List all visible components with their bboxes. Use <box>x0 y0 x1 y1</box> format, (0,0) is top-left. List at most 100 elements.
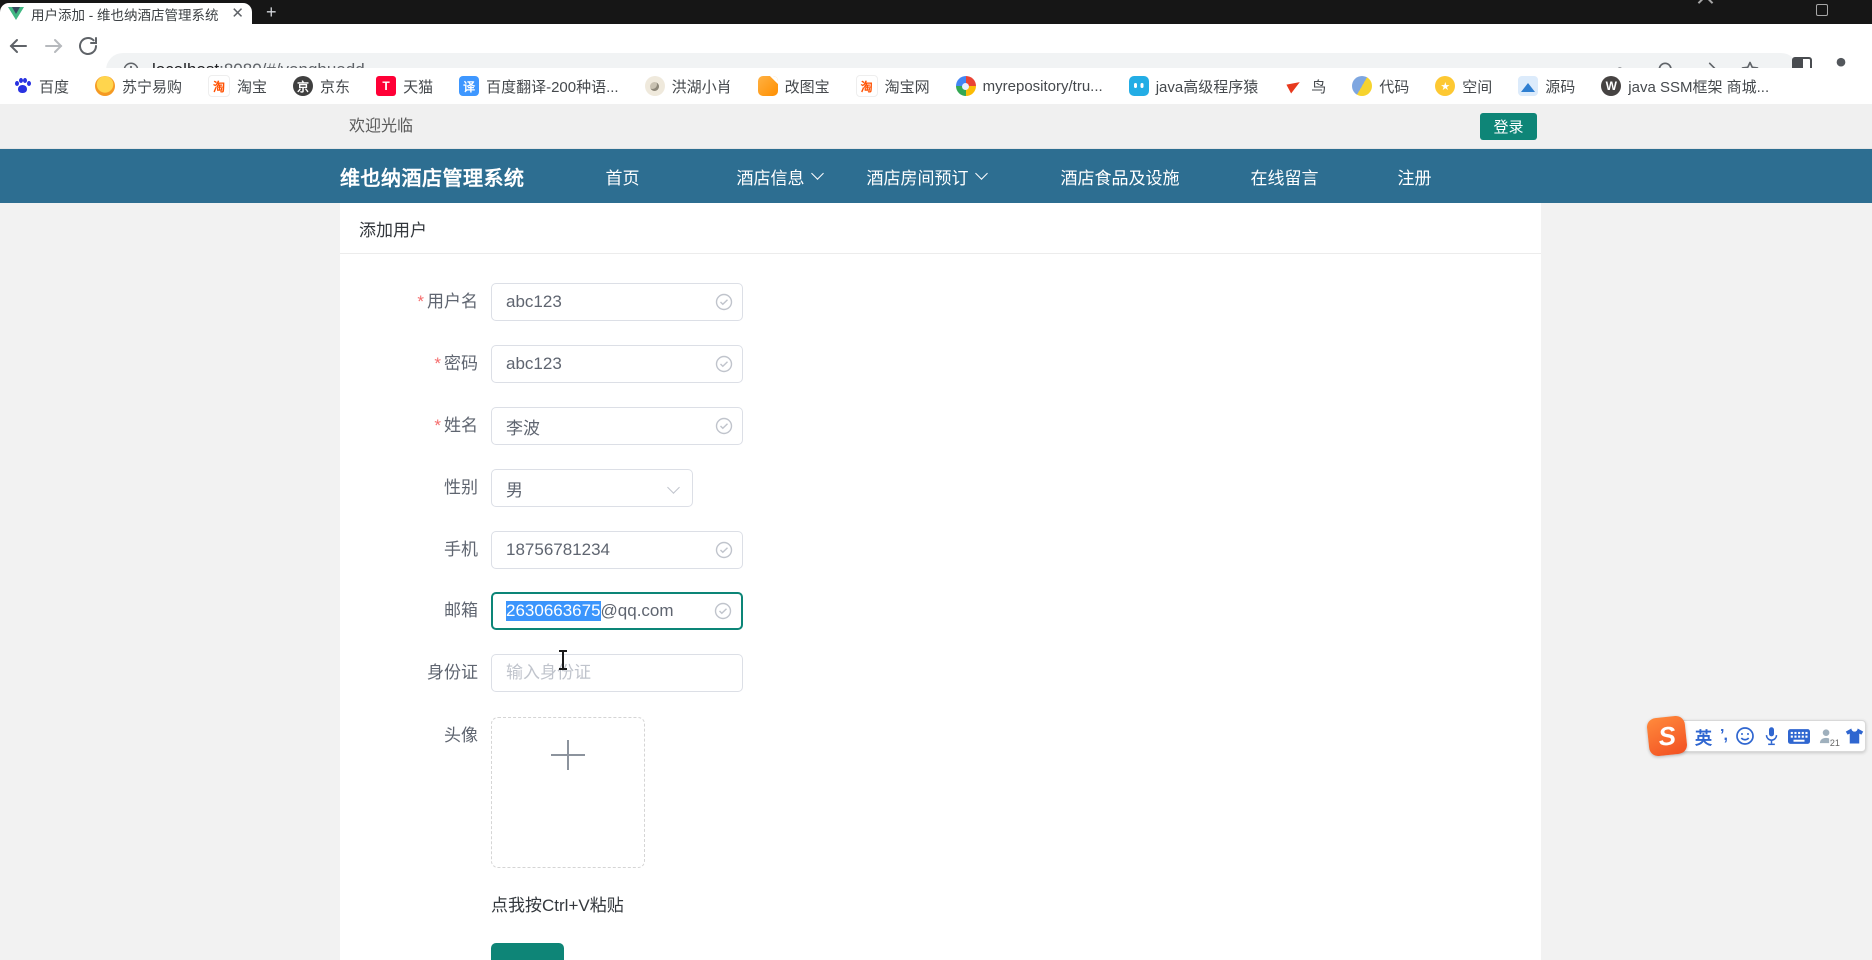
idcard-input[interactable] <box>506 663 708 683</box>
phone-input[interactable] <box>506 540 708 560</box>
phone-field-box <box>491 531 743 569</box>
bookmark-item[interactable]: 源码 <box>1518 76 1575 97</box>
nav-item[interactable]: 在线留言 <box>1251 164 1319 189</box>
bookmark-item[interactable]: T 天猫 <box>376 76 433 97</box>
vue-favicon-icon <box>8 7 24 20</box>
bookmark-favicon-icon <box>95 76 116 96</box>
bookmark-item[interactable]: myrepository/tru... <box>955 76 1103 96</box>
emoji-icon[interactable] <box>1735 726 1755 746</box>
bookmark-item[interactable]: 淘 淘宝 <box>208 75 267 97</box>
new-tab-button[interactable]: + <box>266 0 277 24</box>
name-row: * 姓名 <box>340 407 1541 445</box>
nav-item[interactable]: 首页 <box>606 164 640 189</box>
avatar-upload-box[interactable] <box>491 717 645 868</box>
bookmark-favicon-icon <box>1284 76 1304 96</box>
bookmark-item[interactable]: java高级程序猿 <box>1128 76 1258 97</box>
plus-icon <box>551 740 585 770</box>
username-input[interactable] <box>506 292 708 312</box>
keyboard-icon[interactable] <box>1787 728 1810 744</box>
phone-row: 手机 <box>340 531 1541 569</box>
submit-button[interactable] <box>491 943 564 960</box>
bookmark-favicon-icon <box>1352 76 1373 96</box>
gender-select[interactable]: 男 <box>491 469 693 507</box>
check-circle-icon <box>715 355 733 373</box>
bookmark-item[interactable]: 鸟 <box>1284 76 1326 97</box>
password-row: * 密码 <box>340 345 1541 383</box>
bookmark-favicon-icon <box>757 76 778 96</box>
name-field-box <box>491 407 743 445</box>
microphone-icon[interactable] <box>1763 726 1780 746</box>
username-row: * 用户名 <box>340 283 1541 321</box>
required-mark: * <box>417 292 424 311</box>
ime-punctuation-icon[interactable]: ’, <box>1720 727 1728 745</box>
browser-tab[interactable]: 用户添加 - 维也纳酒店管理系统 ✕ <box>0 3 252 24</box>
bookmark-item[interactable]: W java SSM框架 商城... <box>1601 76 1769 97</box>
idcard-field-box <box>491 654 743 692</box>
welcome-bar: 欢迎光临 登录 <box>0 104 1872 149</box>
tab-strip: 用户添加 - 维也纳酒店管理系统 ✕ + <box>0 0 1872 24</box>
username-field-box <box>491 283 743 321</box>
bookmark-item[interactable]: 百度 <box>12 76 69 97</box>
nav-item[interactable]: 酒店信息 <box>737 164 824 189</box>
password-input[interactable] <box>506 354 708 374</box>
gender-label: 性别 <box>444 478 478 497</box>
check-circle-icon <box>715 293 733 311</box>
bookmark-item[interactable]: 洪湖小肖 <box>644 76 732 97</box>
email-field-box[interactable]: 2630663675 @qq.com <box>491 592 743 630</box>
bookmark-favicon-icon <box>644 76 665 96</box>
bookmark-favicon-icon: 淘 <box>208 75 231 97</box>
bookmark-item[interactable]: 译 百度翻译-200种语... <box>459 76 619 97</box>
bookmark-item[interactable]: 淘 淘宝网 <box>855 75 930 97</box>
chevron-down-icon <box>667 481 680 494</box>
check-circle-icon <box>715 417 733 435</box>
back-icon[interactable] <box>6 34 30 58</box>
password-label: 密码 <box>444 354 478 373</box>
reload-icon[interactable] <box>76 34 100 58</box>
bookmark-item[interactable]: 代码 <box>1352 76 1409 97</box>
name-input[interactable] <box>506 416 708 436</box>
bookmark-favicon-icon <box>1128 76 1149 96</box>
bookmark-favicon-icon: ★ <box>1435 76 1456 96</box>
sogou-logo[interactable]: S <box>1646 715 1688 757</box>
password-field-box <box>491 345 743 383</box>
login-button[interactable]: 登录 <box>1480 113 1537 140</box>
text-cursor <box>559 650 567 670</box>
avatar-label: 头像 <box>444 726 478 745</box>
site-brand[interactable]: 维也纳酒店管理系统 <box>340 162 525 191</box>
phone-label: 手机 <box>444 540 478 559</box>
username-label: 用户名 <box>427 292 478 311</box>
ime-language-mode[interactable]: 英 <box>1695 724 1712 749</box>
email-label: 邮箱 <box>444 601 478 620</box>
check-circle-icon <box>714 602 732 620</box>
paste-hint[interactable]: 点我按Ctrl+V粘贴 <box>491 891 624 916</box>
window-restore-icon[interactable] <box>1816 4 1828 16</box>
bookmark-favicon-icon <box>12 76 32 96</box>
window-caret-icon[interactable] <box>1697 0 1714 11</box>
idcard-label: 身份证 <box>427 663 478 682</box>
skin-tshirt-icon[interactable] <box>1845 727 1864 745</box>
nav-item[interactable]: 酒店房间预订 <box>867 164 988 189</box>
bookmark-item[interactable]: 京 京东 <box>293 76 350 97</box>
ime-toolbar: 英 ’, 21 S <box>1646 715 1866 757</box>
bookmark-favicon-icon: 译 <box>459 76 480 96</box>
bookmark-item[interactable]: ★ 空间 <box>1435 76 1492 97</box>
bookmarks-bar: 百度 苏宁易购 淘 淘宝 京 京东 T 天猫 译 百度翻译-200种语... 洪… <box>0 68 1872 104</box>
nav-item[interactable]: 注册 <box>1398 164 1432 189</box>
bookmark-item[interactable]: 苏宁易购 <box>95 76 182 97</box>
browser-toolbar: localhost:8080/#/yonghuadd <box>0 24 1872 87</box>
email-rest-text: @qq.com <box>600 601 674 620</box>
bookmark-item[interactable]: 改图宝 <box>757 76 830 97</box>
gender-row: 性别 男 <box>340 469 1541 507</box>
tab-close-icon[interactable]: ✕ <box>231 6 244 21</box>
email-selected-text: 2630663675 <box>506 601 601 621</box>
chevron-down-icon <box>810 167 824 180</box>
user-mode-icon[interactable]: 21 <box>1818 727 1841 748</box>
required-mark: * <box>434 416 441 435</box>
nav-item[interactable]: 酒店食品及设施 <box>1061 164 1180 189</box>
page-title: 添加用户 <box>340 203 1541 254</box>
forward-icon[interactable] <box>42 34 66 58</box>
check-circle-icon <box>715 541 733 559</box>
chevron-down-icon <box>974 167 988 180</box>
add-user-form: *用户名 *密码 *姓名 <box>340 253 1541 960</box>
bookmark-favicon-icon <box>1518 76 1539 96</box>
